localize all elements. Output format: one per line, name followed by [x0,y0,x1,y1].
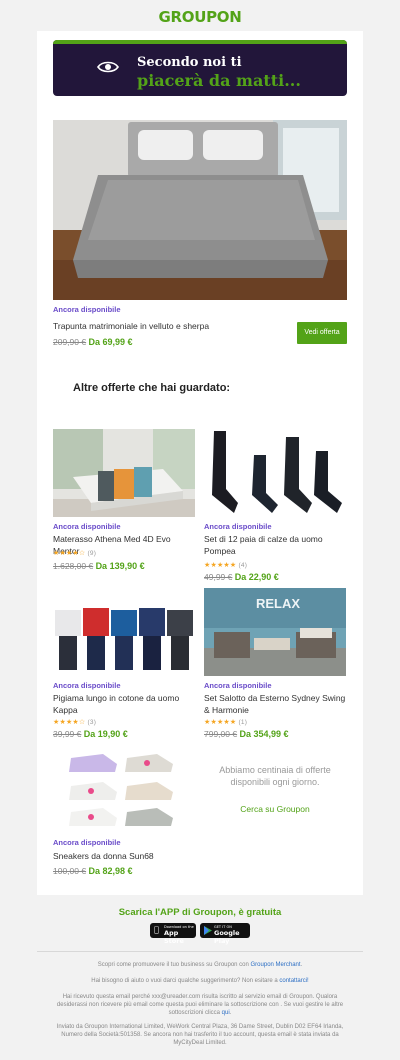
product-3-old-price: 39,99 € [53,729,82,739]
groupon-logo[interactable]: GROUPON [0,8,400,26]
product-2-title[interactable]: Set di 12 paia di calze da uomo Pompea [204,533,346,557]
apple-icon:  [154,926,159,934]
footer-merchant-post: . [300,962,303,968]
footer-help-text: Hai bisogno di aiuto o vuoi darci qualch… [91,978,280,984]
product-1-rating: ★★★★☆ (9) [53,549,96,557]
google-play-icon [204,926,212,937]
promo-banner: Secondo noi ti piacerà da matti... [53,40,347,96]
eye-icon [97,60,119,79]
footer-subscription-text: Hai ricevuto questa email perché xxx@ure… [56,994,344,1016]
product-image-socks[interactable] [204,429,346,517]
product-1-stars: ★★★★☆ [53,550,86,557]
footer-legal: Inviato da Groupon International Limited… [56,1024,344,1046]
footer-subscription-info: Hai ricevuto questa email perché xxx@ure… [50,993,350,1017]
footer-help-line: Hai bisogno di aiuto o vuoi darci qualch… [50,977,350,985]
product-2-new-price: Da 22,90 € [234,572,279,582]
section-title: Altre offerte che hai guardato: [73,382,231,394]
product-image-mattress[interactable] [53,429,195,517]
footer-merchant-line: Scopri come promuovere il tuo business s… [50,961,350,969]
google-play-label: Google Play [214,929,240,945]
relax-sign-text: RELAX [256,596,300,611]
product-3-reviews: (3) [87,719,97,726]
product-2-availability: Ancora disponibile [204,522,272,531]
more-offers-text: Abbiamo centinaia di offerte disponibili… [219,765,331,787]
app-store-badge[interactable]:  Download on the App Store [150,923,196,945]
product-4-stars: ★★★★★ [204,719,237,726]
banner-stripe [53,40,347,44]
product-3-new-price: Da 19,90 € [83,729,128,739]
product-5-title[interactable]: Sneakers da donna Sun68 [53,850,195,862]
product-2-old-price: 49,99 € [204,572,233,582]
product-4-rating: ★★★★★ (1) [204,718,247,726]
app-store-label: App Store [164,929,184,945]
product-4-reviews: (1) [238,719,248,726]
contact-us-link[interactable]: contattarci! [279,978,308,984]
product-1-new-price: Da 139,90 € [95,561,145,571]
product-image-sneakers[interactable] [53,746,195,834]
product-3-title[interactable]: Pigiama lungo in cotone da uomo Kappa [53,692,195,716]
product-3-availability: Ancora disponibile [53,681,121,690]
featured-prices: 209,90 € Da 69,99 € [53,337,133,347]
product-2-reviews: (4) [238,562,248,569]
footer-merchant-text: Scopri come promuovere il tuo business s… [97,962,251,968]
product-1-old-price: 1.628,00 € [53,561,94,571]
search-groupon-link[interactable]: Cerca su Groupon [204,804,346,814]
product-3-rating: ★★★★☆ (3) [53,718,96,726]
featured-product-image[interactable] [53,120,347,300]
featured-new-price: Da 69,99 € [88,337,133,347]
product-5-prices: 100,00 € Da 82,98 € [53,866,133,876]
product-5-availability: Ancora disponibile [53,838,121,847]
product-image-pajamas[interactable] [53,588,195,676]
product-2-stars: ★★★★★ [204,562,237,569]
product-4-old-price: 799,00 € [204,729,238,739]
product-1-reviews: (9) [87,550,97,557]
product-3-prices: 39,99 € Da 19,90 € [53,729,128,739]
featured-title[interactable]: Trapunta matrimoniale in velluto e sherp… [53,320,283,332]
product-5-old-price: 100,00 € [53,866,87,876]
product-4-title[interactable]: Set Salotto da Esterno Sydney Swing & Ha… [204,692,349,716]
product-1-prices: 1.628,00 € Da 139,90 € [53,561,145,571]
featured-availability: Ancora disponibile [53,305,121,314]
product-4-new-price: Da 354,99 € [239,729,289,739]
product-2-prices: 49,99 € Da 22,90 € [204,572,279,582]
manage-subscriptions-link[interactable]: qui [222,1010,230,1016]
featured-old-price: 209,90 € [53,337,87,347]
app-download-title: Scarica l'APP di Groupon, è gratuita [118,907,282,918]
product-2-rating: ★★★★★ (4) [204,561,247,569]
groupon-merchant-link[interactable]: Groupon Merchant [251,962,301,968]
product-5-new-price: Da 82,98 € [88,866,133,876]
product-image-outdoor-set[interactable]: RELAX [204,588,346,676]
footer-subscription-post: . [229,1010,232,1016]
banner-line-1: Secondo noi ti [137,55,242,70]
view-offer-button[interactable]: Vedi offerta [297,322,347,344]
product-4-availability: Ancora disponibile [204,681,272,690]
banner-line-2: piacerà da matti... [137,71,301,90]
product-3-stars: ★★★★☆ [53,719,86,726]
product-4-prices: 799,00 € Da 354,99 € [204,729,289,739]
footer-divider [37,951,363,952]
google-play-badge[interactable]: GET IT ON Google Play [200,923,250,945]
product-1-availability: Ancora disponibile [53,522,121,531]
